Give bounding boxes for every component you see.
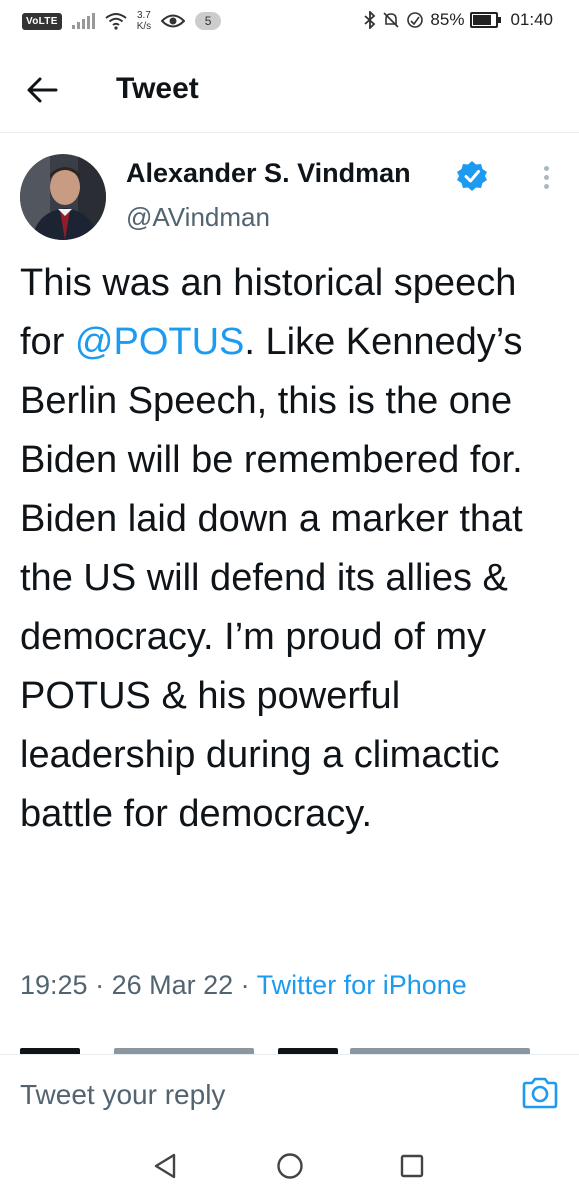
nav-back-button[interactable] (152, 1152, 178, 1185)
notification-count-badge: 5 (195, 12, 222, 30)
avatar[interactable] (20, 154, 106, 240)
author-name[interactable]: Alexander S. Vindman (126, 158, 411, 189)
nav-recents-button[interactable] (400, 1154, 424, 1183)
net-speed: 3.7 K/s (137, 10, 151, 32)
avatar-image (20, 154, 106, 240)
verified-badge-icon (457, 161, 487, 191)
signal-icon (71, 13, 95, 29)
volte-badge: VoLTE (22, 12, 62, 30)
net-speed-value: 3.7 (136, 10, 151, 21)
app-header: Tweet (0, 44, 579, 133)
tweet-metadata: 19:25 · 26 Mar 22 · Twitter for iPhone (20, 970, 467, 1001)
eye-icon (161, 14, 186, 28)
back-button[interactable] (22, 72, 62, 108)
author-handle[interactable]: @AVindman (126, 202, 270, 233)
wifi-icon (105, 13, 127, 30)
net-speed-unit: K/s (136, 21, 152, 32)
nav-back-icon (154, 1153, 176, 1179)
nav-home-button[interactable] (276, 1152, 304, 1185)
tweet-date: 26 Mar 22 (111, 970, 234, 1000)
clock: 01:40 (510, 10, 553, 29)
nav-home-icon (277, 1153, 303, 1179)
meta-separator: · (233, 970, 257, 1000)
more-options-button[interactable] (536, 162, 556, 198)
page-title: Tweet (116, 72, 199, 105)
data-saver-icon (407, 12, 424, 28)
battery-percent: 85% (430, 10, 465, 29)
tweet-time: 19:25 (20, 970, 88, 1000)
mute-bell-icon (383, 12, 399, 28)
mention-link[interactable]: @POTUS (75, 321, 244, 363)
back-arrow-icon (27, 77, 58, 103)
bluetooth-icon (364, 11, 376, 29)
battery-icon (470, 12, 502, 28)
tweet-text: This was an historical speech for @POTUS… (20, 254, 565, 844)
reply-bar: Tweet your reply (0, 1054, 579, 1129)
more-vertical-icon (536, 166, 556, 189)
meta-separator: · (87, 970, 112, 1000)
camera-icon (522, 1077, 558, 1109)
status-bar: VoLTE 3.7 K/s 5 85% 01:40 (0, 0, 579, 44)
camera-button[interactable] (521, 1075, 559, 1111)
reply-input[interactable]: Tweet your reply (20, 1079, 225, 1111)
nav-recents-icon (400, 1154, 424, 1178)
system-nav-bar (0, 1128, 579, 1200)
tweet-text-after: . Like Kennedy’s Berlin Speech, this is … (20, 321, 523, 835)
tweet-source-link[interactable]: Twitter for iPhone (257, 970, 467, 1000)
